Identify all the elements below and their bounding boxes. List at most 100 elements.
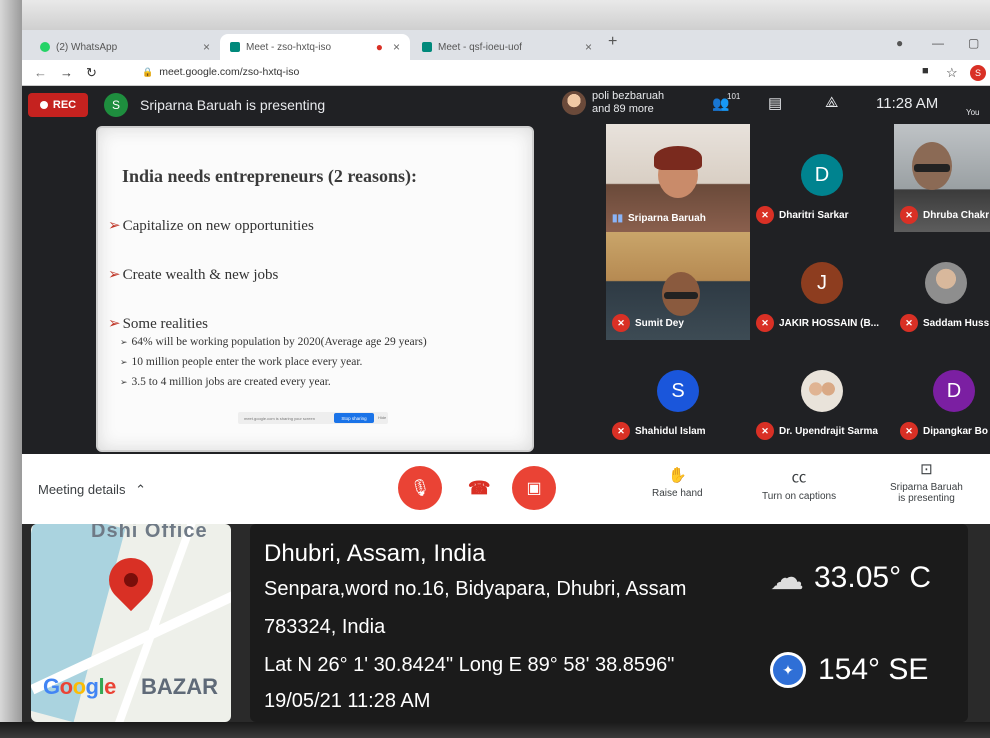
- you-label: You: [966, 108, 980, 117]
- participant-initial: J: [801, 262, 843, 304]
- slide-sub-bullet: ➢ 3.5 to 4 million jobs are created every…: [120, 376, 331, 388]
- gps-info-overlay: Dhubri, Assam, India Senpara,word no.16,…: [250, 524, 968, 722]
- participant-initial: S: [657, 370, 699, 412]
- glasses-icon: [664, 292, 698, 299]
- temperature: 33.05° C: [814, 561, 932, 594]
- participant-initial: D: [933, 370, 975, 412]
- captions-icon: ㏄: [791, 469, 807, 486]
- participant-tile[interactable]: S ✕ Shahidul Islam: [606, 340, 750, 448]
- participant-tile[interactable]: ✕ Dhruba Chakr: [894, 124, 990, 232]
- people-count: 101: [727, 92, 741, 101]
- raise-hand-label: Raise hand: [652, 488, 703, 499]
- gps-heading: ✦ 154° SE: [770, 652, 928, 688]
- participant-grid: ▮▮ Sriparna Baruah D ✕ Dharitri Sarkar ✕ Dh…: [606, 124, 990, 454]
- meeting-details-button[interactable]: Meeting details ⌃: [38, 482, 146, 498]
- glasses-icon: [914, 164, 950, 172]
- tab-meet-other[interactable]: Meet - qsf-ioeu-uof ×: [412, 34, 602, 60]
- meet-icon: [230, 42, 240, 52]
- monitor-bezel-left: [0, 0, 22, 738]
- gps-coordinates: Lat N 26° 1' 30.8424" Long E 89° 58' 38.…: [264, 654, 675, 676]
- camera-off-icon: ▣: [526, 480, 542, 497]
- participant-name: ✕ Dhruba Chakr: [900, 206, 989, 224]
- presenting-status: Sriparna Baruah is presenting: [140, 97, 326, 113]
- mic-off-button[interactable]: 🎙: [398, 466, 442, 510]
- back-icon[interactable]: ←: [34, 65, 47, 80]
- browser-tab-bar: (2) WhatsApp × Meet - zso-hxtq-iso ● × M…: [22, 30, 990, 60]
- new-tab-button[interactable]: +: [608, 33, 617, 51]
- participant-tile[interactable]: D ✕ Dipangkar Bo: [894, 340, 990, 448]
- close-icon[interactable]: ×: [393, 40, 400, 54]
- profile-avatar[interactable]: S: [970, 65, 986, 81]
- tab-whatsapp[interactable]: (2) WhatsApp ×: [30, 34, 220, 60]
- hang-up-button[interactable]: ☎: [468, 478, 490, 499]
- share-text: meet.google.com is sharing your screen: [244, 415, 315, 421]
- profile-dot-icon[interactable]: ●: [896, 36, 903, 50]
- speaking-icon: ▮▮: [612, 213, 624, 224]
- participant-name: ✕ Dr. Upendrajit Sarma: [756, 422, 878, 440]
- gps-weather: ☁ 33.05° C: [770, 558, 931, 598]
- url-text: meet.google.com/zso-hxtq-iso: [159, 66, 300, 78]
- mic-off-icon: ✕: [900, 206, 918, 224]
- captions-button[interactable]: ㏄ Turn on captions: [762, 466, 836, 502]
- star-icon[interactable]: ☆: [946, 65, 958, 81]
- activities-icon[interactable]: ⟁: [825, 94, 838, 111]
- map-label-top: Dshi Office: [91, 524, 208, 542]
- monitor-bezel-bottom: [0, 722, 990, 738]
- tab-label: Meet - qsf-ioeu-uof: [438, 41, 522, 53]
- gps-address: Senpara,word no.16, Bidyapara, Dhubri, A…: [264, 578, 687, 600]
- gps-place: Dhubri, Assam, India: [264, 540, 486, 567]
- stop-sharing-button[interactable]: Stop sharing: [334, 413, 374, 423]
- camera-icon[interactable]: ■: [922, 65, 929, 77]
- participant-tile[interactable]: J ✕ JAKIR HOSSAIN (B...: [750, 232, 894, 340]
- participant-tile[interactable]: ✕ Saddam Huss: [894, 232, 990, 340]
- tab-meet-active[interactable]: Meet - zso-hxtq-iso ● ×: [220, 34, 410, 60]
- present-button[interactable]: ⊡ Sriparna Baruah is presenting: [890, 460, 963, 504]
- map-label-bottom: BAZAR: [141, 674, 218, 699]
- participant-photo: [925, 262, 967, 304]
- close-icon[interactable]: ×: [585, 40, 592, 54]
- participant-tile[interactable]: ▮▮ Sriparna Baruah: [606, 124, 750, 232]
- reload-icon[interactable]: ↻: [86, 65, 97, 81]
- participant-name: ✕ Saddam Huss: [900, 314, 989, 332]
- hand-icon: ✋: [667, 467, 687, 484]
- participant-name: ✕ Shahidul Islam: [612, 422, 706, 440]
- rec-label: REC: [52, 99, 77, 111]
- slide-title: India needs entrepreneurs (2 reasons):: [122, 166, 418, 186]
- camera-off-button[interactable]: ▣: [512, 466, 556, 510]
- close-icon[interactable]: ×: [203, 40, 210, 54]
- map-pin-dot: [124, 573, 138, 587]
- participant-avatar: [562, 91, 586, 115]
- slide-bullet: ➢ Capitalize on new opportunities: [108, 218, 314, 234]
- participant-photo: [801, 370, 843, 412]
- participant-hair: [654, 146, 702, 170]
- meet-icon: [422, 42, 432, 52]
- participant-tile[interactable]: D ✕ Dharitri Sarkar: [750, 124, 894, 232]
- participant-name: ✕ Dharitri Sarkar: [756, 206, 848, 224]
- mic-off-icon: ✕: [756, 422, 774, 440]
- participant-summary[interactable]: poli bezbaruah and 89 more: [592, 90, 664, 116]
- mic-off-icon: ✕: [756, 314, 774, 332]
- cloud-icon: ☁: [770, 559, 804, 597]
- chat-icon[interactable]: ▤: [768, 94, 782, 112]
- minimize-icon[interactable]: —: [932, 36, 944, 50]
- lock-icon: 🔒: [142, 67, 154, 77]
- participant-initial: D: [801, 154, 843, 196]
- participant-tile[interactable]: ✕ Sumit Dey: [606, 232, 750, 340]
- mic-off-icon: ✕: [900, 314, 918, 332]
- hide-button[interactable]: Hide: [378, 415, 386, 420]
- meeting-details-label: Meeting details: [38, 482, 126, 497]
- gps-map-thumbnail: Dshi Office Google BAZAR: [31, 524, 231, 722]
- mic-off-icon: ✕: [612, 422, 630, 440]
- forward-icon[interactable]: →: [60, 65, 73, 80]
- raise-hand-button[interactable]: ✋ Raise hand: [652, 466, 703, 499]
- gps-address: 783324, India: [264, 616, 386, 638]
- url-field[interactable]: 🔒 meet.google.com/zso-hxtq-iso: [142, 66, 299, 78]
- participant-tile[interactable]: ✕ Dr. Upendrajit Sarma: [750, 340, 894, 448]
- phone-hangup-icon: ☎: [468, 478, 491, 498]
- slide-sub-bullet: ➢ 10 million people enter the work place …: [120, 356, 363, 368]
- mic-off-icon: ✕: [900, 422, 918, 440]
- whatsapp-icon: [40, 42, 50, 52]
- monitor-bezel-top: [0, 0, 990, 30]
- heading: 154° SE: [818, 653, 929, 686]
- maximize-icon[interactable]: ▢: [968, 36, 979, 50]
